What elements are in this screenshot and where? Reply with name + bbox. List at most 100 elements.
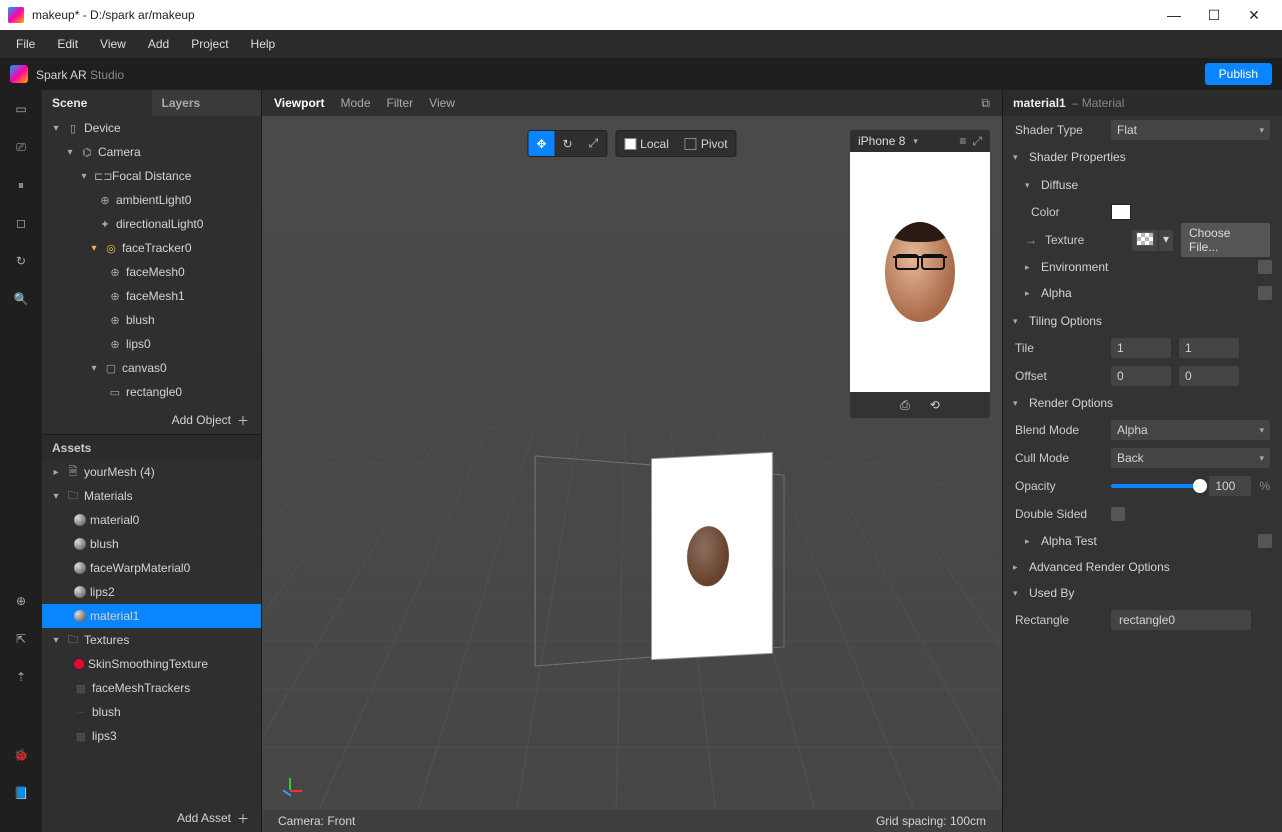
scene-directional[interactable]: ✦directionalLight0 (42, 212, 261, 236)
pivot-toggle[interactable]: Pivot (677, 131, 736, 156)
menu-project[interactable]: Project (181, 33, 238, 55)
environment-header[interactable]: ▸Environment (1003, 254, 1282, 280)
scene-facemesh1[interactable]: ⊕faceMesh1 (42, 284, 261, 308)
publish-button[interactable]: Publish (1205, 63, 1272, 85)
color-swatch[interactable] (1111, 204, 1131, 220)
bug-icon[interactable]: 🐞 (12, 746, 30, 764)
asset-skinsmooth[interactable]: SkinSmoothingTexture (42, 652, 261, 676)
scene-rectangle[interactable]: ▭rectangle0 (42, 380, 261, 404)
upload-icon[interactable]: ⇡ (12, 668, 30, 686)
opacity-slider[interactable] (1111, 484, 1201, 488)
diffuse-header[interactable]: ▾Diffuse (1003, 172, 1282, 198)
scene-camera[interactable]: ▾⌬Camera (42, 140, 261, 164)
asset-blushtex[interactable]: ┄blush (42, 700, 261, 724)
asset-lips2[interactable]: lips2 (42, 580, 261, 604)
viewport-status: Camera: Front Grid spacing: 100cm (262, 810, 1002, 832)
blend-row: Blend Mode Alpha▾ (1003, 416, 1282, 444)
blend-select[interactable]: Alpha▾ (1111, 420, 1270, 440)
device-icon[interactable]: ⎚ (12, 138, 30, 156)
asset-facewarp[interactable]: faceWarpMaterial0 (42, 556, 261, 580)
tiling-header[interactable]: ▾Tiling Options (1003, 308, 1282, 334)
add-panel-icon[interactable]: ⊕ (12, 592, 30, 610)
scene-canvas[interactable]: ▾▢canvas0 (42, 356, 261, 380)
menubar: File Edit View Add Project Help (0, 30, 1282, 58)
minimize-button[interactable]: — (1154, 0, 1194, 30)
preview-face (885, 222, 955, 322)
cull-select[interactable]: Back▾ (1111, 448, 1270, 468)
scene-facetracker[interactable]: ▾◎faceTracker0 (42, 236, 261, 260)
alphatest-check[interactable] (1258, 534, 1272, 548)
workspace-icon[interactable]: ▭ (12, 100, 30, 118)
rotate-tool[interactable]: ↻ (555, 131, 581, 156)
environment-check[interactable] (1258, 260, 1272, 274)
scene-focal[interactable]: ▾⊏⊐Focal Distance (42, 164, 261, 188)
doublesided-check[interactable] (1111, 507, 1125, 521)
preview-expand-icon[interactable]: ⤢ (972, 134, 982, 149)
shader-properties-header[interactable]: ▾Shader Properties (1003, 144, 1282, 170)
texture-picker[interactable]: ▾ (1132, 230, 1173, 251)
left-panel: Scene Layers ▾▯Device ▾⌬Camera ▾⊏⊐Focal … (42, 90, 262, 832)
scene-device[interactable]: ▾▯Device (42, 116, 261, 140)
usedby-header[interactable]: ▾Used By (1003, 580, 1282, 606)
opacity-input[interactable]: 100 (1209, 476, 1251, 496)
search-icon[interactable]: 🔍 (12, 290, 30, 308)
scene-ambient[interactable]: ⊕ambientLight0 (42, 188, 261, 212)
preview-menu-icon[interactable]: ≡ (959, 134, 966, 148)
choose-file-button[interactable]: Choose File... (1181, 223, 1270, 257)
export-icon[interactable]: ⇱ (12, 630, 30, 648)
add-asset-button[interactable]: Add Asset＋ (42, 804, 261, 832)
offset-x-input[interactable]: 0 (1111, 366, 1171, 386)
alpha-header[interactable]: ▸Alpha (1003, 280, 1282, 306)
menu-edit[interactable]: Edit (47, 33, 88, 55)
render-header[interactable]: ▾Render Options (1003, 390, 1282, 416)
add-object-button[interactable]: Add Object＋ (42, 406, 261, 434)
chevron-down-icon[interactable]: ▾ (913, 136, 918, 147)
asset-material0[interactable]: material0 (42, 508, 261, 532)
asset-yourmesh[interactable]: ▸🗎yourMesh (4) (42, 460, 261, 484)
asset-lips3[interactable]: ▦lips3 (42, 724, 261, 748)
asset-facemeshtrackers[interactable]: ▦faceMeshTrackers (42, 676, 261, 700)
scale-tool[interactable]: ⤢ (581, 131, 607, 156)
viewport-tab[interactable]: Viewport (274, 96, 324, 110)
canvas-plane[interactable] (652, 453, 772, 659)
maximize-button[interactable]: ☐ (1194, 0, 1234, 30)
viewport-view[interactable]: View (429, 96, 455, 110)
asset-material1[interactable]: material1 (42, 604, 261, 628)
pause-icon[interactable]: ⏸ (12, 176, 30, 194)
offset-y-input[interactable]: 0 (1179, 366, 1239, 386)
menu-file[interactable]: File (6, 33, 45, 55)
device-preview: iPhone 8 ▾ ≡ ⤢ ⎙ ⟲ (850, 130, 990, 418)
tile-x-input[interactable]: 1 (1111, 338, 1171, 358)
tab-layers[interactable]: Layers (152, 90, 262, 116)
left-rail: ▭ ⎚ ⏸ ◻ ↻ 🔍 ⊕ ⇱ ⇡ 🐞 📘 (0, 90, 42, 832)
viewport-filter[interactable]: Filter (387, 96, 414, 110)
local-toggle[interactable]: Local (616, 131, 677, 156)
alpha-check[interactable] (1258, 286, 1272, 300)
viewport-mode[interactable]: Mode (340, 96, 370, 110)
close-button[interactable]: ✕ (1234, 0, 1274, 30)
scene-blush[interactable]: ⊕blush (42, 308, 261, 332)
tab-scene[interactable]: Scene (42, 90, 152, 116)
capture-icon[interactable]: ⎙ (900, 398, 910, 413)
scene-lips0[interactable]: ⊕lips0 (42, 332, 261, 356)
asset-blush[interactable]: blush (42, 532, 261, 556)
usedby-tag[interactable]: rectangle0 (1111, 610, 1251, 630)
shader-type-select[interactable]: Flat▾ (1111, 120, 1270, 140)
device-select[interactable]: iPhone 8 (858, 134, 905, 148)
popout-icon[interactable]: ⧉ (981, 96, 990, 111)
stop-icon[interactable]: ◻ (12, 214, 30, 232)
scene-facemesh0[interactable]: ⊕faceMesh0 (42, 260, 261, 284)
asset-textures[interactable]: ▾🗀Textures (42, 628, 261, 652)
reset-icon[interactable]: ⟲ (930, 398, 940, 412)
menu-view[interactable]: View (90, 33, 136, 55)
menu-add[interactable]: Add (138, 33, 179, 55)
move-tool[interactable]: ✥ (528, 131, 554, 156)
advanced-header[interactable]: ▸Advanced Render Options (1003, 554, 1282, 580)
tile-y-input[interactable]: 1 (1179, 338, 1239, 358)
refresh-icon[interactable]: ↻ (12, 252, 30, 270)
assets-tree: ▸🗎yourMesh (4) ▾🗀Materials material0 blu… (42, 460, 261, 804)
menu-help[interactable]: Help (241, 33, 286, 55)
alphatest-header[interactable]: ▸Alpha Test (1003, 528, 1282, 554)
library-icon[interactable]: 📘 (12, 784, 30, 802)
asset-materials[interactable]: ▾🗀Materials (42, 484, 261, 508)
